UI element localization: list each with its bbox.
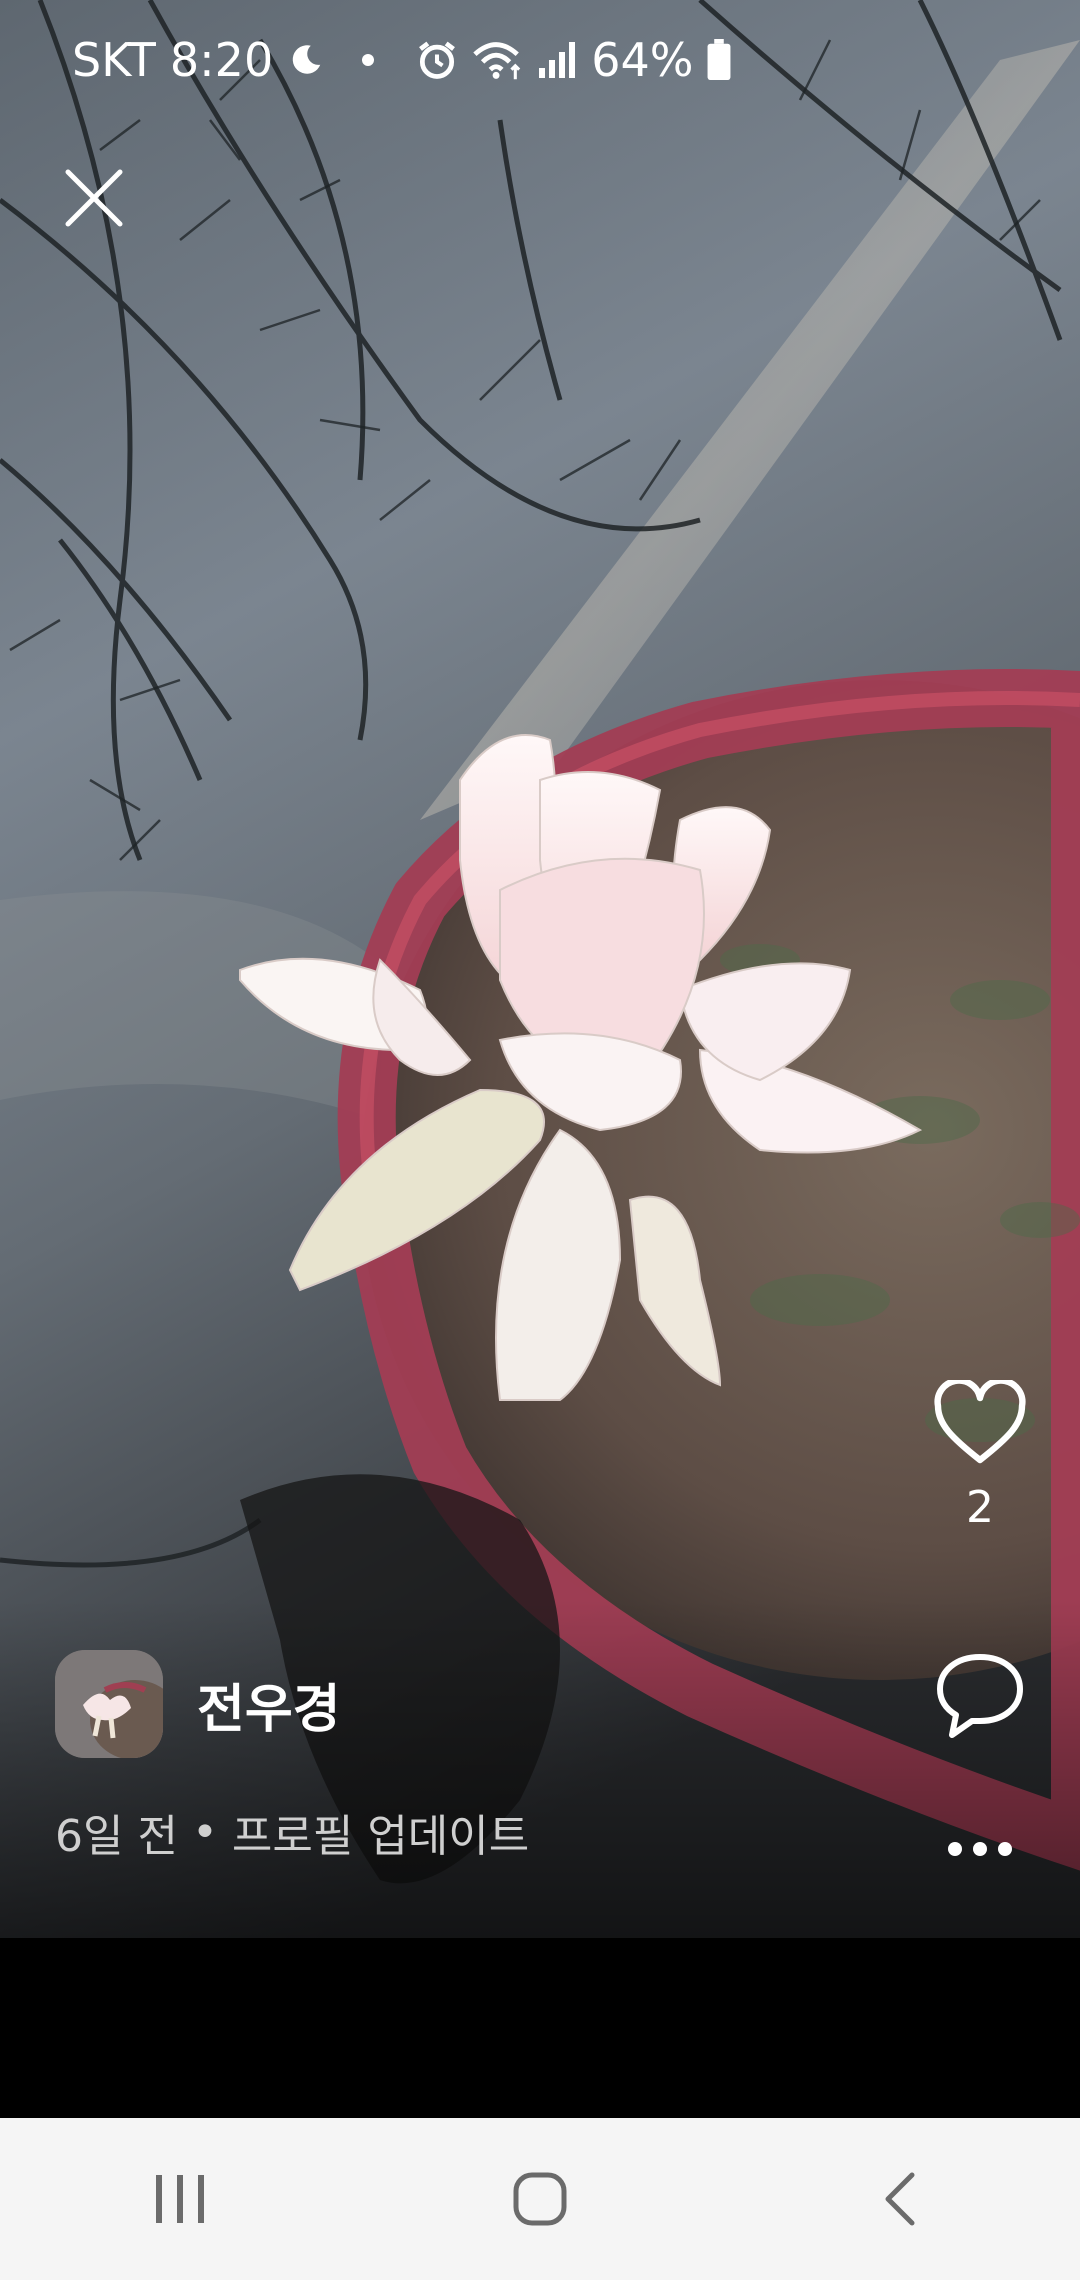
recent-apps-icon <box>156 2175 204 2223</box>
status-left: SKT 8:20 <box>72 33 375 87</box>
heart-icon <box>934 1380 1026 1464</box>
like-count: 2 <box>966 1482 994 1533</box>
system-nav-bar <box>0 2118 1080 2280</box>
back-button[interactable] <box>820 2139 980 2259</box>
carrier-label: SKT <box>72 33 156 87</box>
home-button[interactable] <box>460 2139 620 2259</box>
back-icon <box>885 2172 915 2226</box>
close-icon <box>65 169 123 227</box>
profile-row[interactable]: 전우경 <box>55 1650 341 1758</box>
wifi-icon <box>473 38 523 82</box>
home-icon <box>513 2172 567 2226</box>
status-bar: SKT 8:20 64% <box>0 0 1080 120</box>
activity-label: 프로필 업데이트 <box>231 1811 530 1862</box>
close-button[interactable] <box>56 160 132 236</box>
alarm-icon <box>415 38 459 82</box>
avatar[interactable] <box>55 1650 163 1758</box>
comment-button[interactable] <box>920 1651 1040 1741</box>
post-meta: 6일 전 • 프로필 업데이트 <box>55 1800 529 1864</box>
profile-name[interactable]: 전우경 <box>197 1667 341 1742</box>
meta-separator: • <box>191 1806 218 1858</box>
more-button[interactable] <box>920 1839 1040 1859</box>
time-ago: 6일 전 <box>55 1811 178 1862</box>
signal-icon <box>537 40 577 80</box>
story-photo[interactable] <box>0 0 1080 1938</box>
status-right: 64% <box>415 33 731 87</box>
story-viewer: SKT 8:20 64% 2 전우경 6일 전 • 프로필 업데이트 <box>0 0 1080 2280</box>
comment-icon <box>937 1654 1023 1738</box>
more-icon <box>948 1842 1012 1856</box>
moon-icon <box>287 41 325 79</box>
recent-apps-button[interactable] <box>100 2139 260 2259</box>
action-column: 2 <box>920 1380 1040 1859</box>
notification-dot-icon <box>361 53 375 67</box>
battery-percent: 64% <box>591 33 694 87</box>
like-button[interactable]: 2 <box>920 1380 1040 1533</box>
clock: 8:20 <box>169 33 274 87</box>
battery-icon <box>707 39 731 81</box>
